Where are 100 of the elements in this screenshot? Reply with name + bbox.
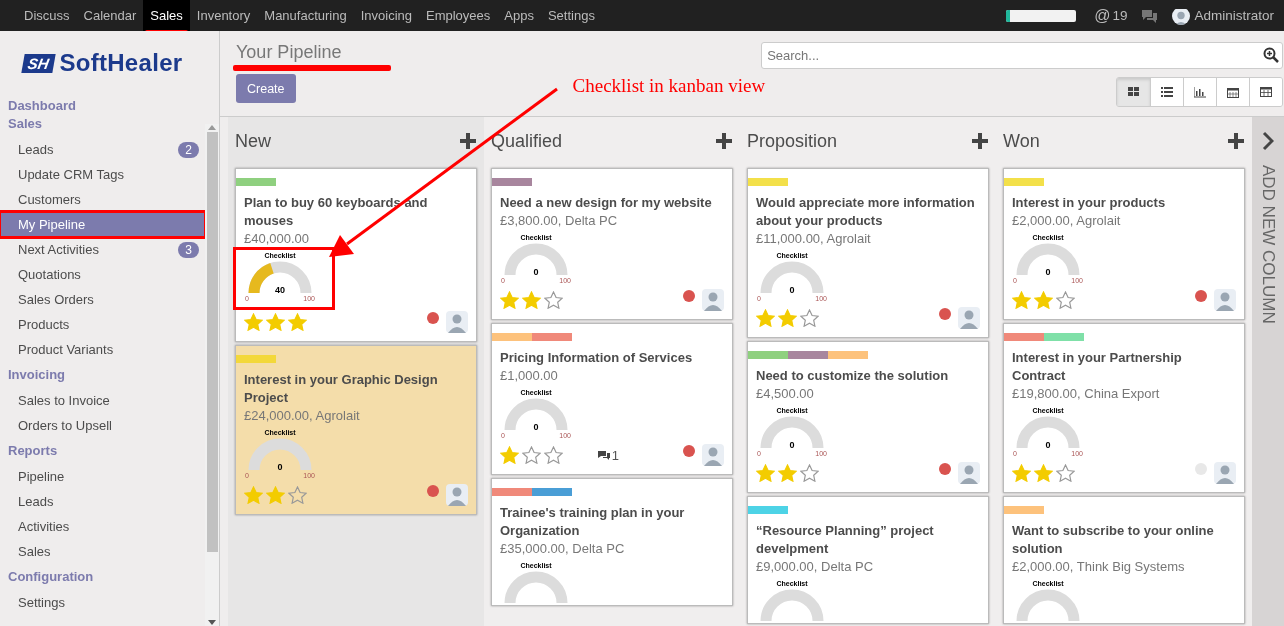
card-title: Trainee's training plan in your Organization xyxy=(500,504,686,540)
card-title: Interest in your Partnership Contract xyxy=(1012,349,1183,385)
app-menu-item[interactable]: Inventory xyxy=(189,0,258,31)
add-card-button[interactable] xyxy=(1227,132,1245,150)
user-name[interactable]: Administrator xyxy=(1194,8,1274,23)
sidebar-item[interactable]: Leads 2 xyxy=(0,137,205,162)
avatar-icon xyxy=(446,311,468,333)
count-badge: 2 xyxy=(178,141,199,158)
create-button[interactable]: Create xyxy=(236,74,296,103)
avatar-icon xyxy=(1214,462,1236,484)
activity-dot[interactable] xyxy=(683,290,695,302)
sidebar-item[interactable]: Sales Orders xyxy=(0,287,205,312)
gauge-track xyxy=(760,416,824,450)
add-column-panel[interactable]: ADD NEW COLUMN xyxy=(1252,117,1284,626)
sidebar-item[interactable]: Pipeline xyxy=(0,464,205,489)
star-filled-icon xyxy=(1012,464,1031,482)
sidebar-item[interactable]: Settings xyxy=(0,590,205,615)
star-filled-icon xyxy=(244,486,263,504)
app-menu-item[interactable]: Discuss xyxy=(17,0,77,31)
sidebar-item[interactable]: Activities xyxy=(0,514,205,539)
card-subtitle: £40,000.00 xyxy=(244,230,311,248)
comments-icon xyxy=(596,449,611,461)
star-outline-icon xyxy=(800,464,819,482)
plus-icon xyxy=(715,132,733,150)
gauge-track xyxy=(1016,589,1080,623)
activity-dot[interactable] xyxy=(427,485,439,497)
activity-dot[interactable] xyxy=(427,312,439,324)
gauge-track xyxy=(504,571,568,605)
gauge-track xyxy=(1016,416,1080,450)
card-subtitle: £19,800.00, China Export xyxy=(1012,385,1161,403)
app-menu-item[interactable]: Sales xyxy=(143,0,190,31)
search-field[interactable]: Search... xyxy=(761,42,1284,69)
star-filled-icon xyxy=(756,309,775,327)
card-title: Want to subscribe to your online solution xyxy=(1012,522,1215,558)
card-subtitle: £4,500.00 xyxy=(756,385,815,403)
app-menu-item[interactable]: Invoicing xyxy=(353,0,419,31)
sidebar-item[interactable]: Leads xyxy=(0,489,205,514)
sidebar-item[interactable]: Quotations xyxy=(0,262,205,287)
search-icon xyxy=(1263,47,1280,63)
gauge-value: 0 xyxy=(276,462,284,472)
logo-name: SoftHealer xyxy=(59,49,183,77)
sidebar-item[interactable]: Next Activities 3 xyxy=(0,237,205,262)
avatar-icon xyxy=(1172,6,1191,25)
add-card-button[interactable] xyxy=(459,132,477,150)
gauge-track xyxy=(760,261,824,295)
avatar-icon xyxy=(702,289,724,311)
bar-chart-icon xyxy=(1194,86,1207,98)
app-menu-item[interactable]: Calendar xyxy=(76,0,144,31)
avatar-icon xyxy=(446,484,468,506)
star-filled-icon xyxy=(1034,464,1053,482)
card-subtitle: £3,800.00, Delta PC xyxy=(500,212,619,230)
column-title: Won xyxy=(1003,130,1040,152)
pivot-view-button[interactable] xyxy=(1249,78,1283,106)
app-menu-item[interactable]: Manufacturing xyxy=(257,0,354,31)
sidebar-item[interactable]: Product Variants xyxy=(0,337,205,362)
star-filled-icon xyxy=(778,309,797,327)
activity-dot[interactable] xyxy=(683,445,695,457)
sidebar-item[interactable]: Sales to Invoice xyxy=(0,388,205,413)
sidebar-item[interactable]: My Pipeline xyxy=(0,212,205,237)
card-title: “Resource Planning” project develpment xyxy=(756,522,935,558)
add-column-label: ADD NEW COLUMN xyxy=(1258,165,1278,324)
gauge-value: 0 xyxy=(1044,440,1052,450)
gauge-value: 0 xyxy=(788,440,796,450)
sidebar-item[interactable]: Customers xyxy=(0,187,205,212)
sidebar-item[interactable]: Update CRM Tags xyxy=(0,162,205,187)
sidebar-item[interactable]: Orders to Upsell xyxy=(0,413,205,438)
sidebar-item[interactable]: Products xyxy=(0,312,205,337)
add-card-button[interactable] xyxy=(715,132,733,150)
gauge-track xyxy=(504,398,568,432)
app-menu-item[interactable]: Apps xyxy=(497,0,541,31)
avatar-icon xyxy=(958,307,980,329)
activity-dot[interactable] xyxy=(1195,290,1207,302)
avatar-icon xyxy=(702,444,724,466)
app-menu-item[interactable]: Employees xyxy=(419,0,498,31)
star-filled-icon xyxy=(500,446,519,464)
plus-icon xyxy=(459,132,477,150)
calendar-view-button[interactable] xyxy=(1216,78,1250,106)
star-filled-icon xyxy=(778,464,797,482)
star-outline-icon xyxy=(800,309,819,327)
avatar-icon xyxy=(1214,289,1236,311)
kanban-view-button[interactable] xyxy=(1117,78,1151,106)
scrollbar-thumb[interactable] xyxy=(206,132,218,552)
mention-symbol[interactable]: @ xyxy=(1094,6,1111,25)
card-subtitle: £9,000.00, Delta PC xyxy=(756,558,875,576)
card-title: Pricing Information of Services xyxy=(500,349,694,367)
star-filled-icon xyxy=(500,291,519,309)
avatar-icon xyxy=(958,462,980,484)
activity-dot[interactable] xyxy=(939,463,951,475)
app-menu-item[interactable]: Settings xyxy=(540,0,602,31)
star-outline-icon xyxy=(1056,464,1075,482)
sidebar-item[interactable]: Sales xyxy=(0,539,205,564)
add-card-button[interactable] xyxy=(971,132,989,150)
message-count[interactable]: 1 xyxy=(596,447,619,463)
card-subtitle: £1,000.00 xyxy=(500,367,559,385)
star-outline-icon xyxy=(544,446,563,464)
activity-dot[interactable] xyxy=(939,308,951,320)
column-title: New xyxy=(235,130,271,152)
star-outline-icon xyxy=(522,446,541,464)
list-view-button[interactable] xyxy=(1150,78,1184,106)
table-icon xyxy=(1260,86,1273,98)
